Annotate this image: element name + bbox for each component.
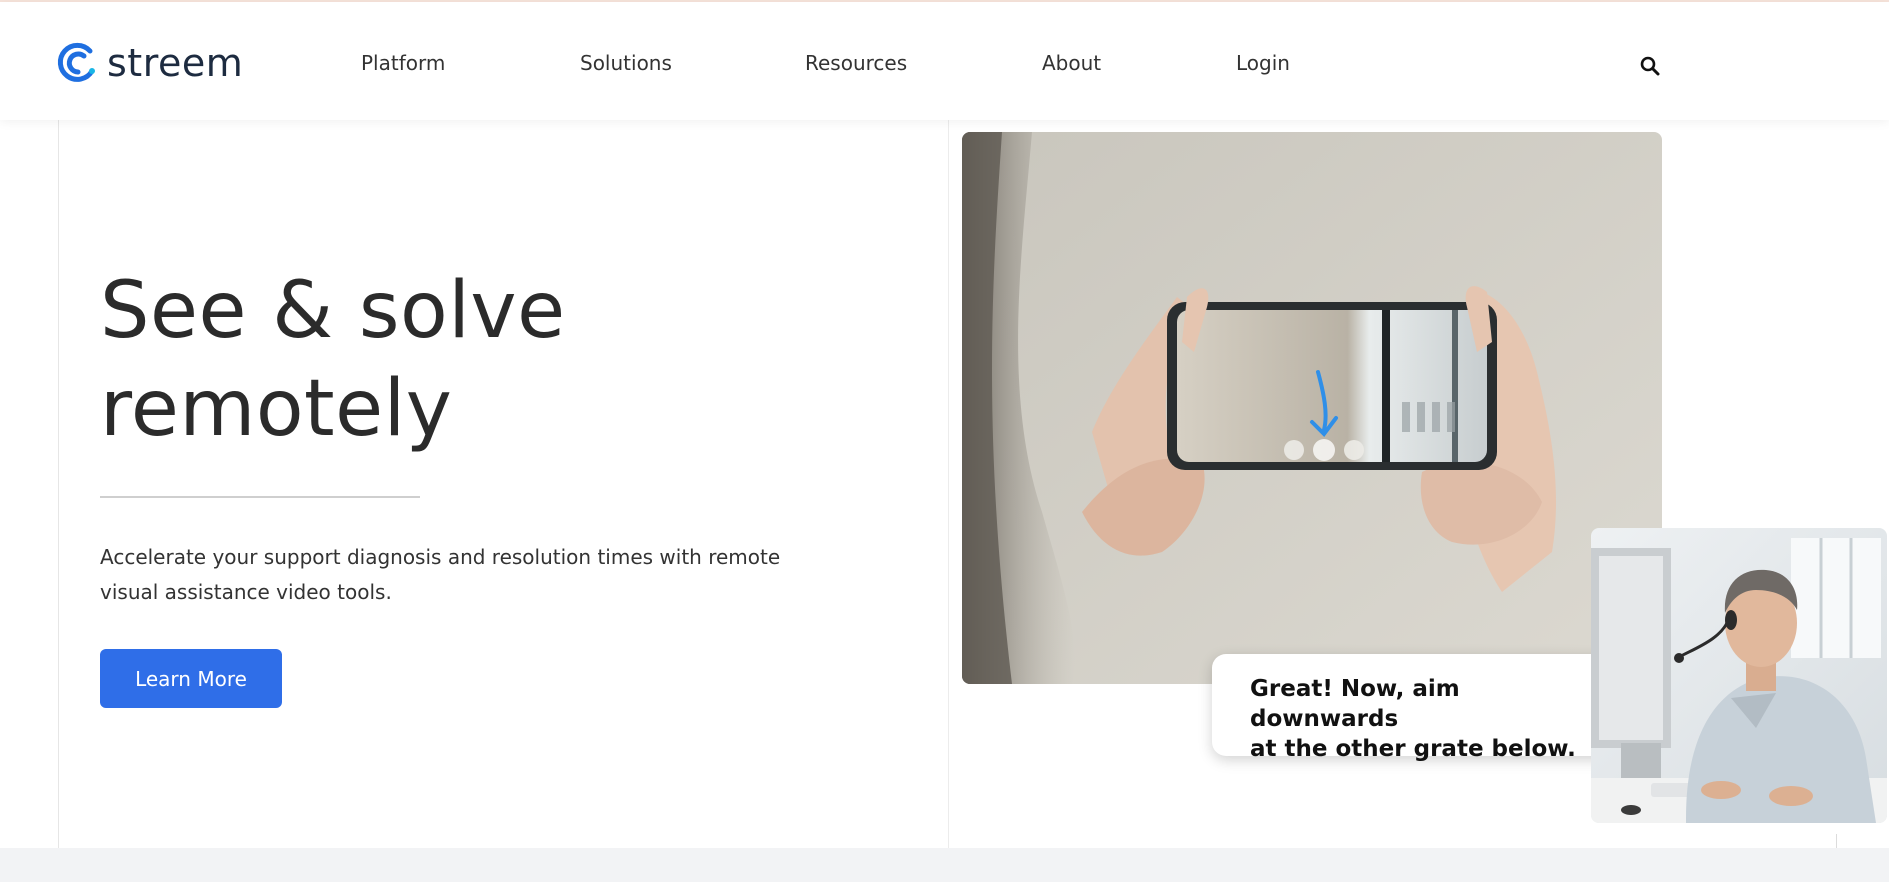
hero-divider bbox=[100, 496, 420, 498]
streem-logo-icon bbox=[57, 42, 95, 82]
search-button[interactable] bbox=[1638, 54, 1662, 78]
support-agent-photo bbox=[1591, 528, 1887, 823]
search-icon bbox=[1640, 56, 1660, 76]
hero-title-line-1: See & solve bbox=[100, 266, 566, 356]
frame-line-right bbox=[1836, 834, 1837, 848]
hero-title-line-2: remotely bbox=[100, 364, 453, 454]
nav-item-resources[interactable]: Resources bbox=[805, 50, 907, 76]
nav-item-solutions[interactable]: Solutions bbox=[580, 50, 672, 76]
nav-item-platform[interactable]: Platform bbox=[361, 50, 445, 76]
footer-band bbox=[0, 848, 1889, 882]
hero-description: Accelerate your support diagnosis and re… bbox=[100, 545, 781, 604]
frame-line-left bbox=[58, 120, 59, 848]
nav-item-login[interactable]: Login bbox=[1236, 50, 1290, 76]
frame-line-middle bbox=[948, 120, 949, 848]
bubble-line-1: Great! Now, aim downwards bbox=[1250, 676, 1460, 732]
hero-title: See & solve remotely bbox=[100, 262, 800, 458]
logo-wordmark: streem bbox=[107, 41, 244, 85]
support-agent-image bbox=[1591, 528, 1887, 823]
bubble-line-2: at the other grate below. bbox=[1250, 736, 1576, 762]
instruction-bubble: Great! Now, aim downwards at the other g… bbox=[1212, 654, 1642, 762]
logo[interactable]: streem bbox=[57, 40, 243, 86]
phone-scene-image bbox=[962, 132, 1662, 684]
site-header: streem Platform Solutions Resources Abou… bbox=[0, 2, 1889, 120]
learn-more-button[interactable]: Learn More bbox=[100, 649, 282, 708]
hero-photo bbox=[962, 132, 1662, 684]
nav-item-about[interactable]: About bbox=[1042, 50, 1101, 76]
